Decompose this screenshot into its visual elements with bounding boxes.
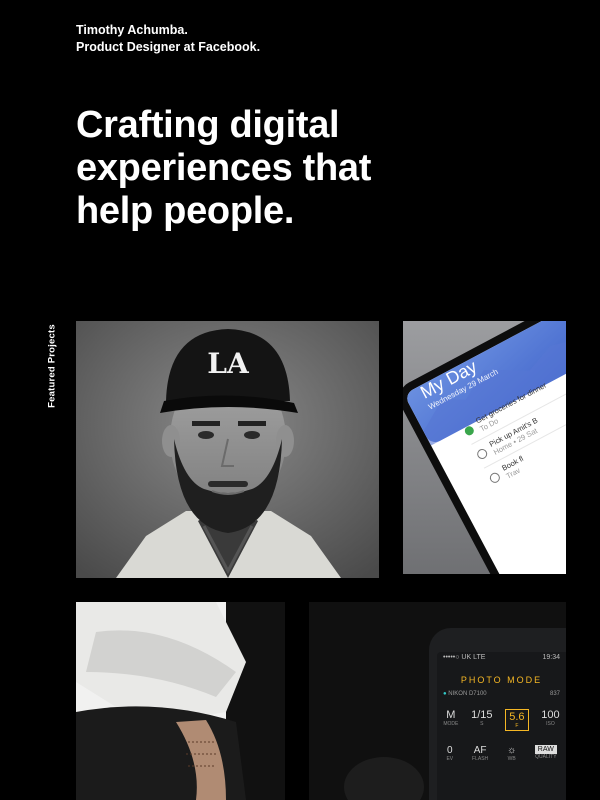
setting-shutter[interactable]: 1/15 S	[471, 709, 492, 731]
hero-line: Crafting digital	[76, 104, 340, 146]
camera-device[interactable]: ● NIKON D7100	[443, 691, 487, 697]
project-tile-portrait[interactable]: LA	[76, 321, 379, 578]
project-tile-todo-app[interactable]: My Day Wednesday 29 March Get groceries …	[403, 321, 566, 574]
setting-aperture[interactable]: 5.6 F	[505, 709, 529, 731]
setting-flash[interactable]: AF FLASH	[472, 745, 488, 762]
author-role: Product Designer at Facebook.	[76, 40, 261, 54]
portrait-photo: LA	[76, 321, 379, 578]
author-name: Timothy Achumba.	[76, 23, 188, 37]
setting-mode[interactable]: M MODE	[443, 709, 458, 731]
check-icon[interactable]	[462, 424, 476, 437]
circle-icon[interactable]	[475, 447, 489, 461]
status-carrier: •••••○ UK LTE	[443, 654, 486, 661]
hero-line: help people.	[76, 190, 295, 232]
featured-projects-label: Featured Projects	[46, 324, 58, 408]
setting-wb[interactable]: ☼ WB	[507, 745, 516, 762]
circle-icon[interactable]	[488, 471, 502, 485]
status-time: 19:34	[542, 654, 560, 661]
setting-ev[interactable]: 0 EV	[446, 745, 453, 762]
hero-line: experiences that	[76, 147, 372, 189]
cap-logo: LA	[207, 347, 250, 380]
fashion-photo	[76, 602, 285, 800]
setting-iso[interactable]: 100 ISO	[541, 709, 559, 731]
site-intro: Timothy Achumba. Product Designer at Fac…	[76, 22, 260, 56]
shot-count: 837	[549, 691, 560, 697]
project-tile-camera-app[interactable]: •••••○ UK LTE 19:34 PHOTO MODE ● NIKON D…	[309, 602, 566, 800]
hero-heading: Crafting digital experiences that help p…	[76, 104, 476, 233]
project-tile-fashion[interactable]	[76, 602, 285, 800]
photo-mode-title: PHOTO MODE	[460, 675, 543, 685]
setting-quality[interactable]: RAW QUALITY	[535, 745, 557, 762]
